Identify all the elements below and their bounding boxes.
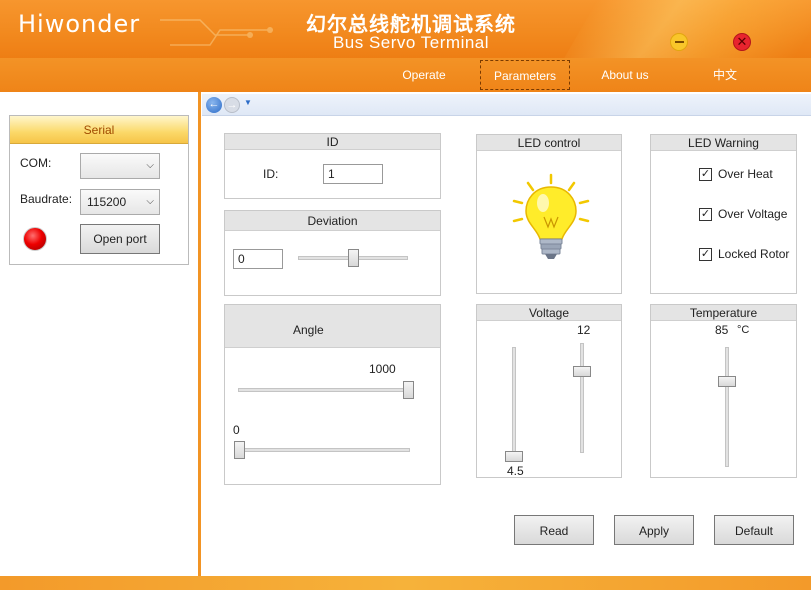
- chevron-down-icon: ⌵: [146, 196, 154, 207]
- voltage-max-value: 12: [577, 323, 591, 337]
- id-panel-title: ID: [225, 134, 440, 150]
- close-icon: ✕: [736, 34, 748, 49]
- voltage-max-slider-track[interactable]: [580, 343, 584, 453]
- temperature-title: Temperature: [651, 305, 796, 321]
- voltage-min-slider-track[interactable]: [512, 347, 516, 459]
- nav-operate[interactable]: Operate: [389, 60, 459, 90]
- angle-lower-slider-track[interactable]: [238, 448, 410, 452]
- voltage-panel: Voltage 12 4.5: [476, 304, 622, 478]
- angle-panel-title: Angle: [225, 305, 440, 348]
- angle-min-value: 0: [233, 423, 240, 437]
- locked-rotor-checkbox[interactable]: ✓: [699, 247, 712, 261]
- app-logo: Hiwonder: [18, 10, 141, 38]
- footer-bar: [0, 576, 811, 590]
- locked-rotor-checkbox-row[interactable]: ✓ Locked Rotor: [699, 247, 789, 261]
- nav-about-us[interactable]: About us: [590, 60, 660, 90]
- read-button[interactable]: Read: [514, 515, 594, 545]
- deviation-panel-title: Deviation: [225, 211, 440, 231]
- deviation-panel: Deviation 0: [224, 210, 441, 296]
- led-control-panel: LED control: [476, 134, 622, 294]
- open-port-button[interactable]: Open port: [80, 224, 160, 254]
- voltage-min-value: 4.5: [507, 464, 524, 478]
- over-heat-label: Over Heat: [718, 167, 773, 181]
- deviation-slider-thumb[interactable]: [347, 249, 359, 267]
- circuit-decoration: [160, 19, 273, 46]
- voltage-min-slider-thumb[interactable]: [505, 451, 523, 462]
- over-heat-checkbox[interactable]: ✓: [699, 167, 712, 181]
- light-bulb-icon[interactable]: [510, 173, 592, 263]
- navigation-bar: ← → ▼: [202, 94, 811, 116]
- close-button[interactable]: ✕: [733, 33, 751, 51]
- temperature-panel: Temperature 85 °C: [650, 304, 797, 478]
- led-warning-panel: LED Warning ✓ Over Heat ✓ Over Voltage ✓…: [650, 134, 797, 294]
- led-control-title: LED control: [477, 135, 621, 151]
- baudrate-select[interactable]: 115200 ⌵: [80, 189, 160, 215]
- id-input[interactable]: 1: [323, 164, 383, 184]
- voltage-title: Voltage: [477, 305, 621, 321]
- main-nav: Operate Parameters About us 中文: [0, 58, 811, 92]
- over-voltage-checkbox[interactable]: ✓: [699, 207, 712, 221]
- id-label: ID:: [263, 167, 279, 181]
- id-panel: ID ID: 1: [224, 133, 441, 199]
- angle-upper-slider-thumb[interactable]: [403, 381, 414, 399]
- deviation-input[interactable]: 0: [233, 249, 283, 269]
- title-bar: Hiwonder 幻尔总线舵机调试系统 Bus Servo Terminal ✕: [0, 0, 811, 58]
- temperature-slider-thumb[interactable]: [718, 376, 736, 387]
- left-divider: [198, 92, 201, 576]
- angle-upper-slider-track[interactable]: [238, 388, 410, 392]
- over-voltage-checkbox-row[interactable]: ✓ Over Voltage: [699, 207, 787, 221]
- apply-button[interactable]: Apply: [614, 515, 694, 545]
- angle-max-value: 1000: [369, 362, 396, 376]
- nav-language-chinese[interactable]: 中文: [705, 60, 745, 90]
- locked-rotor-label: Locked Rotor: [718, 247, 790, 261]
- serial-title: Serial: [10, 116, 188, 144]
- baudrate-value: 115200: [87, 195, 127, 209]
- over-heat-checkbox-row[interactable]: ✓ Over Heat: [699, 167, 773, 181]
- minimize-button[interactable]: [670, 33, 688, 51]
- back-arrow-icon[interactable]: ←: [206, 97, 222, 113]
- connection-status-led-icon: [23, 227, 47, 251]
- app-title-english: Bus Servo Terminal: [332, 33, 490, 52]
- history-dropdown-icon[interactable]: ▼: [244, 98, 252, 107]
- default-button[interactable]: Default: [714, 515, 794, 545]
- led-warning-title: LED Warning: [651, 135, 796, 151]
- com-label: COM:: [20, 156, 52, 170]
- chevron-down-icon: ⌵: [146, 160, 154, 171]
- nav-parameters[interactable]: Parameters: [480, 60, 570, 90]
- angle-panel: Angle 1000 0: [224, 304, 441, 485]
- minimize-icon: [674, 41, 684, 43]
- temperature-slider-track[interactable]: [725, 347, 729, 467]
- serial-panel: Serial COM: ⌵ Baudrate: 115200 ⌵ Open po…: [9, 115, 189, 265]
- forward-arrow-icon[interactable]: →: [224, 97, 240, 113]
- baudrate-label: Baudrate:: [20, 192, 73, 206]
- angle-lower-slider-thumb[interactable]: [234, 441, 245, 459]
- temperature-value: 85: [715, 323, 729, 337]
- temperature-unit: °C: [737, 324, 750, 336]
- over-voltage-label: Over Voltage: [718, 207, 788, 221]
- voltage-max-slider-thumb[interactable]: [573, 366, 591, 377]
- com-select[interactable]: ⌵: [80, 153, 160, 179]
